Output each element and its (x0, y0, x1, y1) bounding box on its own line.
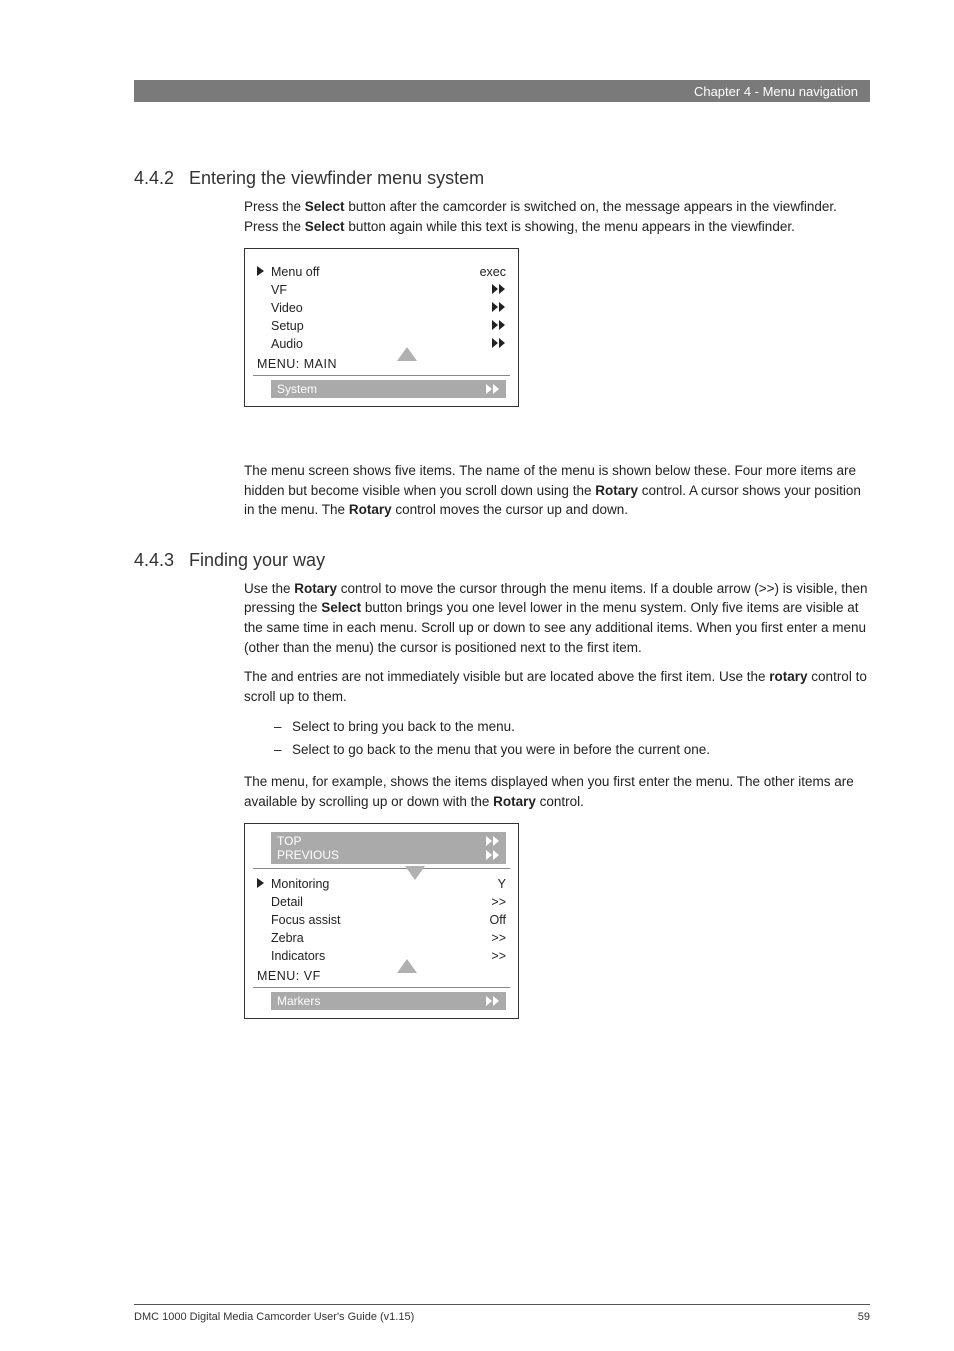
menu-above-items: TOP PREVIOUS (271, 832, 506, 864)
menu-item-value (466, 301, 506, 315)
scroll-arrow-icon (405, 866, 425, 880)
menu-title-row: MENU: MAIN (245, 353, 518, 375)
fast-forward-icon (486, 836, 500, 846)
menu-item-label: Focus assist (271, 913, 466, 927)
menu-item-row: Menu offexec (245, 263, 518, 281)
menu-item-row: Setup (245, 317, 518, 335)
menu-item-label: Monitoring (271, 877, 466, 891)
menu-item-value: Off (466, 913, 506, 927)
menu-item-label: Indicators (271, 949, 466, 963)
menu-below-item: Markers (271, 992, 506, 1010)
menu-below-item: System (271, 380, 506, 398)
list-item: Select to bring you back to the menu. (274, 716, 870, 739)
menu-item-row: Indicators>> (245, 947, 518, 965)
section-443: 4.4.3 Finding your way Use the Rotary co… (134, 550, 870, 1019)
menu-item-row: Audio (245, 335, 518, 353)
menu-item-row: Video (245, 299, 518, 317)
header-bar: Chapter 4 - Menu navigation (134, 80, 870, 102)
menu-item-label: Audio (271, 337, 466, 351)
fast-forward-icon (486, 850, 500, 860)
menu-item-label: Setup (271, 319, 466, 333)
menu-item-value (466, 319, 506, 333)
section-title: Finding your way (189, 550, 325, 571)
fast-forward-icon (486, 996, 500, 1006)
vf-menu-screenshot: TOP PREVIOUS MonitoringYDetail>>Focus as… (244, 823, 519, 1019)
section1-p1: Press the Select button after the camcor… (244, 197, 870, 236)
menu-item-label: VF (271, 283, 466, 297)
bullet-list: Select to bring you back to the menu. Se… (244, 716, 870, 762)
menu-item-row: VF (245, 281, 518, 299)
section2-p1: Use the Rotary control to move the curso… (244, 579, 870, 657)
menu-item-label: Menu off (271, 265, 466, 279)
section2-p3: The menu, for example, shows the items d… (244, 772, 870, 811)
menu-item-value (466, 283, 506, 297)
menu-item-label: Video (271, 301, 466, 315)
menu-item-label: Detail (271, 895, 466, 909)
menu-item-value: exec (466, 265, 506, 279)
cursor-icon (257, 265, 271, 279)
menu-item-value: Y (466, 877, 506, 891)
menu-item-row: Zebra>> (245, 929, 518, 947)
section-number: 4.4.3 (134, 550, 189, 571)
menu-item-label: Zebra (271, 931, 466, 945)
menu-item-value: >> (466, 931, 506, 945)
chapter-label: Chapter 4 - Menu navigation (694, 84, 858, 99)
section-442: 4.4.2 Entering the viewfinder menu syste… (134, 168, 870, 520)
cursor-icon (257, 877, 271, 891)
page-content: 4.4.2 Entering the viewfinder menu syste… (134, 168, 870, 1049)
menu-item-row: Detail>> (245, 893, 518, 911)
menu-item-value (466, 337, 506, 351)
menu-item-row: MonitoringY (245, 875, 518, 893)
scroll-arrow-icon (397, 347, 417, 361)
scroll-arrow-icon (397, 959, 417, 973)
menu-item-row: Focus assistOff (245, 911, 518, 929)
menu-item-value: >> (466, 949, 506, 963)
section1-p2: The menu screen shows five items. The na… (244, 461, 870, 520)
menu-item-value: >> (466, 895, 506, 909)
page-footer: DMC 1000 Digital Media Camcorder User's … (134, 1304, 870, 1323)
section-title: Entering the viewfinder menu system (189, 168, 484, 189)
menu-title-row: MENU: VF (245, 965, 518, 987)
section-number: 4.4.2 (134, 168, 189, 189)
section2-p2: The and entries are not immediately visi… (244, 667, 870, 706)
footer-left: DMC 1000 Digital Media Camcorder User's … (134, 1311, 414, 1323)
main-menu-screenshot: Menu offexecVFVideoSetupAudio MENU: MAIN… (244, 248, 519, 407)
footer-page-number: 59 (858, 1311, 870, 1323)
list-item: Select to go back to the menu that you w… (274, 739, 870, 762)
fast-forward-icon (486, 384, 500, 394)
